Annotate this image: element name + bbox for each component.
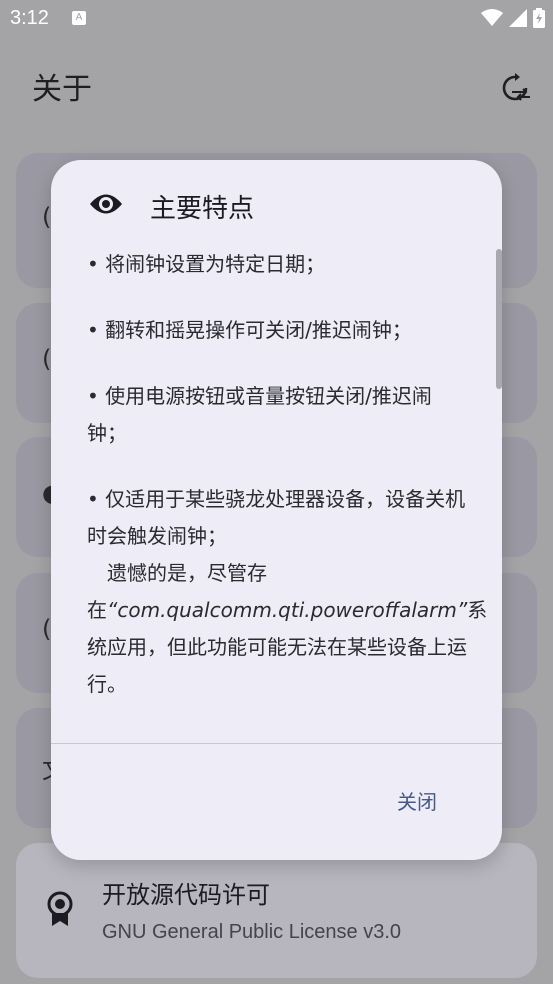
license-subtitle: GNU General Public License v3.0 [102,921,402,943]
scrollbar[interactable] [496,249,502,389]
note-line: • 仅适用于某些骁龙处理器设备，设备关机时会触发闹钟； [87,487,466,548]
status-time: 3:12 [10,7,49,29]
feature-note: • 仅适用于某些骁龙处理器设备，设备关机时会触发闹钟； 遗憾的是，尽管存在“co… [87,481,487,703]
features-dialog: 主要特点 • 将闹钟设置为特定日期； • 翻转和摇晃操作可关闭/推迟闹钟； • … [51,160,502,860]
feature-item: • 翻转和摇晃操作可关闭/推迟闹钟； [87,318,412,342]
dialog-content[interactable]: • 将闹钟设置为特定日期； • 翻转和摇晃操作可关闭/推迟闹钟； • 使用电源按… [87,246,487,703]
eye-icon [90,194,122,214]
app-package-name: “com.qualcomm.qti.poweroffalarm” [107,598,468,622]
card-icon: ( [42,203,52,231]
license-card[interactable]: 开放源代码许可 GNU General Public License v3.0 [16,843,537,978]
system-icons [481,8,545,28]
check-update-icon[interactable] [499,72,531,104]
battery-icon [533,8,545,28]
feature-item: • 将闹钟设置为特定日期； [87,252,326,276]
feature-item: • 使用电源按钮或音量按钮关闭/推迟闹钟； [87,384,432,445]
license-title: 开放源代码许可 [102,881,270,909]
license-badge-icon [47,891,73,926]
card-icon: ( [42,345,52,373]
notification-icon: A [72,11,86,25]
close-button[interactable]: 关闭 [377,780,457,824]
card-icon: ( [42,615,52,643]
page-title: 关于 [32,72,92,107]
dialog-title: 主要特点 [150,194,255,224]
dialog-divider [51,743,502,744]
status-bar: 3:12 A [0,0,553,38]
signal-icon [509,9,527,27]
wifi-icon [481,9,503,26]
